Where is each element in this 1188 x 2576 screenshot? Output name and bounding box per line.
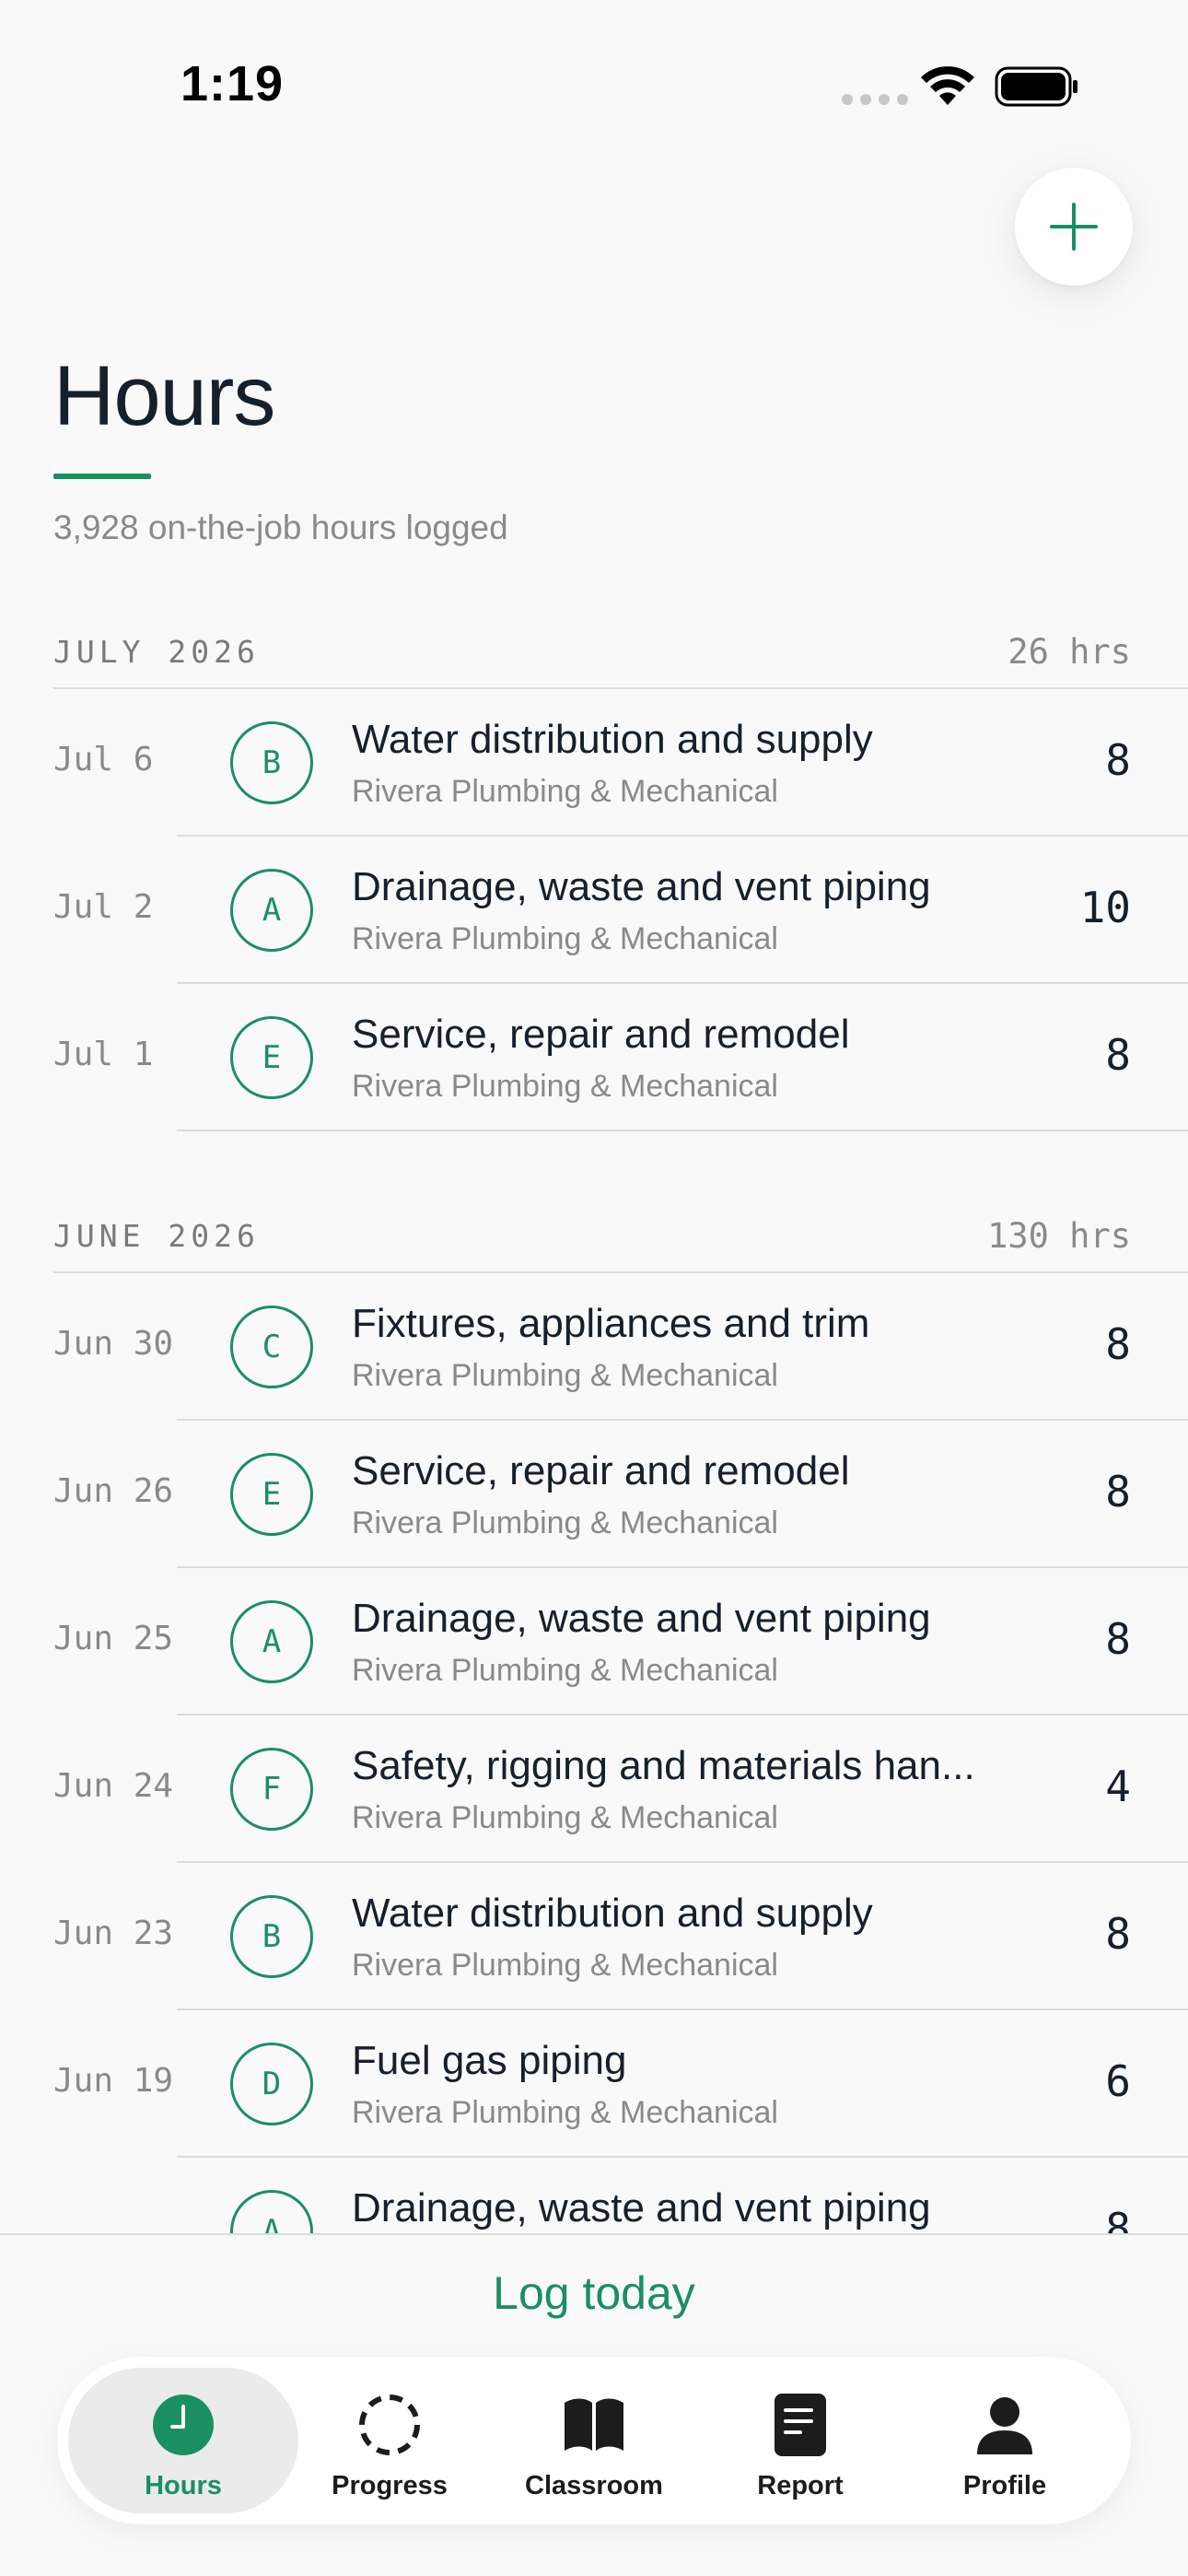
cellular-signal-icon — [842, 94, 908, 105]
hours-entry[interactable]: Jul 6 B Water distribution and supply Ri… — [0, 689, 1188, 837]
tab-profile[interactable]: Profile — [890, 2368, 1120, 2513]
log-today-button[interactable]: Log today — [0, 2266, 1188, 2320]
entry-hours: 8 — [1105, 1319, 1131, 1369]
entry-title: Fixtures, appliances and trim — [352, 1301, 870, 1346]
title-underline — [53, 474, 151, 479]
category-badge: E — [230, 1016, 313, 1099]
entry-hours: 8 — [1105, 735, 1131, 785]
hours-entry[interactable]: Jun 23 B Water distribution and supply R… — [0, 1863, 1188, 2010]
plus-icon — [1050, 203, 1098, 251]
hours-entry[interactable]: Jun 26 E Service, repair and remodel Riv… — [0, 1421, 1188, 1568]
entry-date: Jun 23 — [53, 1914, 174, 1952]
person-icon — [977, 2397, 1032, 2454]
section-total: 130 hrs — [987, 1216, 1131, 1256]
entry-employer: Rivera Plumbing & Mechanical — [352, 2095, 778, 2130]
entry-employer: Rivera Plumbing & Mechanical — [352, 1358, 778, 1393]
hours-entry[interactable]: Jun 30 C Fixtures, appliances and trim R… — [0, 1273, 1188, 1421]
entry-hours: 8 — [1105, 1030, 1131, 1080]
hours-summary: 3,928 on-the-job hours logged — [53, 509, 508, 546]
entry-date: Jun 26 — [53, 1472, 174, 1510]
page-title: Hours — [53, 349, 275, 443]
entry-title: Service, repair and remodel — [352, 1448, 850, 1493]
entry-title: Drainage, waste and vent piping — [352, 2185, 931, 2231]
progress-ring-icon — [359, 2395, 420, 2455]
category-badge: B — [230, 721, 313, 804]
entry-title: Drainage, waste and vent piping — [352, 1596, 931, 1641]
tab-label: Classroom — [525, 2471, 663, 2500]
tab-label: Progress — [332, 2471, 448, 2500]
entry-date: Jun 30 — [53, 1325, 174, 1363]
entry-title: Service, repair and remodel — [352, 1012, 850, 1057]
category-badge: D — [230, 2043, 313, 2125]
entry-hours: 10 — [1079, 883, 1131, 932]
battery-icon — [995, 66, 1077, 107]
entry-employer: Rivera Plumbing & Mechanical — [352, 1800, 778, 1835]
document-icon — [775, 2394, 826, 2456]
entry-employer: Rivera Plumbing & Mechanical — [352, 1069, 778, 1104]
entry-title: Safety, rigging and materials han... — [352, 1743, 975, 1788]
category-badge: F — [230, 1748, 313, 1831]
entry-hours: 8 — [1105, 1614, 1131, 1664]
entry-date: Jul 2 — [53, 888, 154, 926]
section-total: 26 hrs — [1007, 632, 1131, 672]
entry-title: Fuel gas piping — [352, 2038, 627, 2083]
book-icon — [565, 2398, 623, 2451]
entry-employer: Rivera Plumbing & Mechanical — [352, 1948, 778, 1983]
tab-bar: Hours Progress Classroom Report Profile — [57, 2357, 1131, 2524]
tab-progress[interactable]: Progress — [274, 2368, 505, 2513]
entry-hours: 8 — [1105, 1909, 1131, 1959]
tab-hours[interactable]: Hours — [68, 2368, 298, 2513]
hours-entry[interactable]: Jun 19 D Fuel gas piping Rivera Plumbing… — [0, 2010, 1188, 2158]
entry-employer: Rivera Plumbing & Mechanical — [352, 1505, 778, 1540]
entry-employer: Rivera Plumbing & Mechanical — [352, 1653, 778, 1688]
status-bar: 1:19 — [0, 0, 1188, 175]
tab-label: Profile — [962, 2471, 1047, 2500]
section-header: JULY 2026 26 hrs — [53, 623, 1131, 684]
clock-icon — [153, 2395, 214, 2455]
category-badge: A — [230, 869, 313, 952]
entry-employer: Rivera Plumbing & Mechanical — [352, 921, 778, 956]
entry-hours: 6 — [1105, 2056, 1131, 2106]
category-badge: A — [230, 1600, 313, 1683]
entry-hours: 8 — [1105, 1467, 1131, 1516]
add-entry-button[interactable] — [1015, 168, 1133, 286]
bottom-action-area: Log today Hours Progress Classroom Repor… — [0, 2233, 1188, 2576]
tab-label: Hours — [145, 2471, 222, 2500]
entry-title: Water distribution and supply — [352, 1891, 873, 1936]
tab-report[interactable]: Report — [685, 2368, 915, 2513]
section-title: JUNE 2026 — [53, 1218, 260, 1254]
entry-date: Jul 1 — [53, 1036, 154, 1073]
section-header: JUNE 2026 130 hrs — [53, 1207, 1131, 1268]
status-time: 1:19 — [181, 56, 285, 111]
tab-classroom[interactable]: Classroom — [479, 2368, 709, 2513]
entry-title: Water distribution and supply — [352, 717, 873, 762]
section-title: JULY 2026 — [53, 634, 260, 670]
entry-date: Jul 6 — [53, 741, 154, 779]
hours-entry[interactable]: Jul 2 A Drainage, waste and vent piping … — [0, 837, 1188, 984]
entry-hours: 4 — [1105, 1762, 1131, 1811]
entry-employer: Rivera Plumbing & Mechanical — [352, 774, 778, 809]
category-badge: C — [230, 1306, 313, 1388]
hours-entry[interactable]: Jun 24 F Safety, rigging and materials h… — [0, 1715, 1188, 1863]
wifi-icon — [921, 65, 974, 105]
category-badge: B — [230, 1895, 313, 1978]
hours-entry[interactable]: Jun 25 A Drainage, waste and vent piping… — [0, 1568, 1188, 1715]
tab-label: Report — [757, 2471, 844, 2500]
entry-date: Jun 25 — [53, 1620, 174, 1657]
category-badge: E — [230, 1453, 313, 1536]
entry-title: Drainage, waste and vent piping — [352, 864, 931, 909]
hours-entry[interactable]: Jul 1 E Service, repair and remodel Rive… — [0, 984, 1188, 1131]
entry-date: Jun 24 — [53, 1767, 174, 1805]
entry-date: Jun 19 — [53, 2062, 174, 2100]
